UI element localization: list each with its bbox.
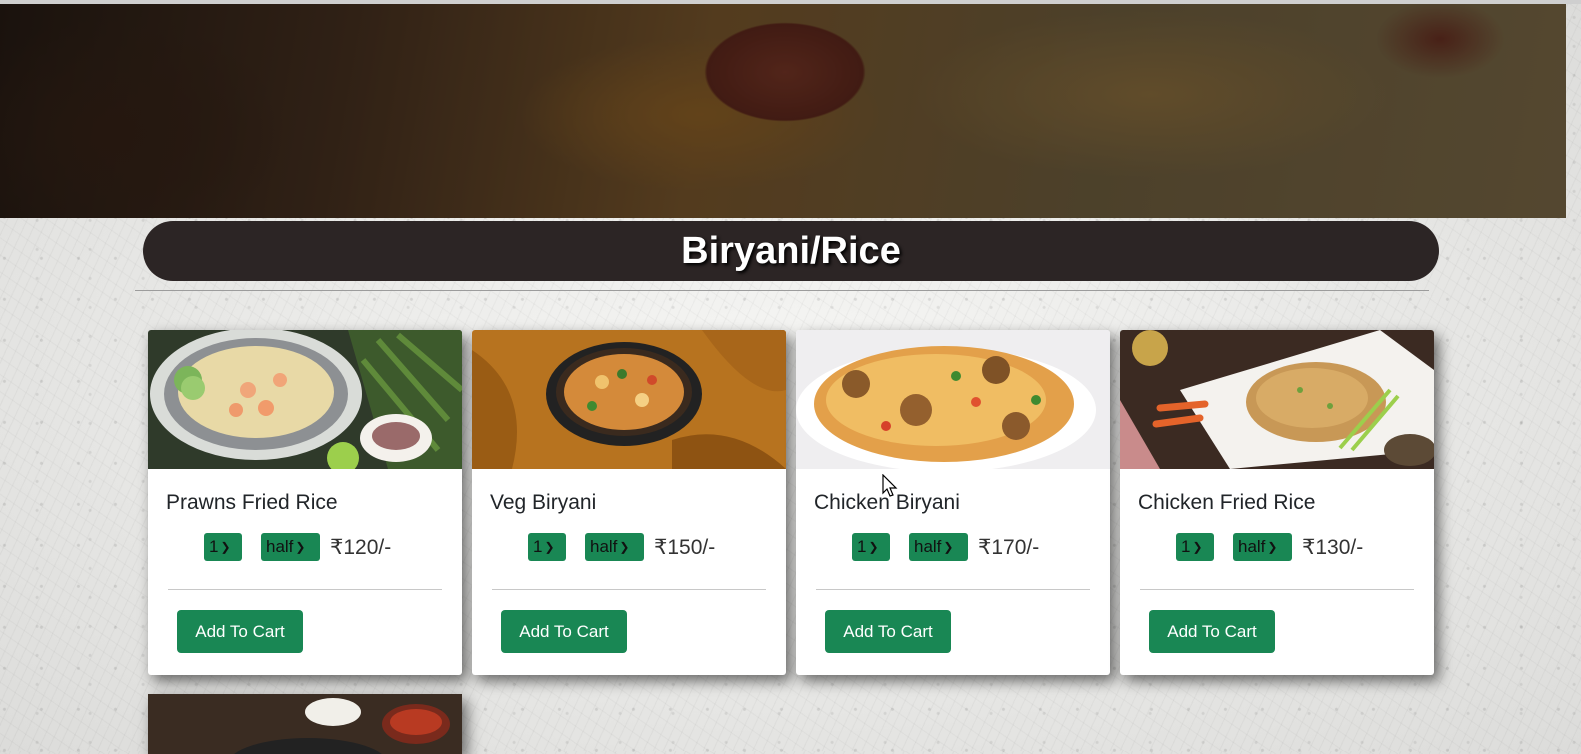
add-to-cart-button[interactable]: Add To Cart [501, 610, 627, 653]
menu-card: Chicken Biryani 1 ❯ half ❯ ₹170/- Add To… [796, 330, 1110, 675]
item-name: Veg Biryani [490, 491, 597, 514]
item-price: ₹150/- [654, 535, 716, 559]
portion-select[interactable]: half ❯ [585, 533, 644, 561]
quantity-value: 1 [533, 537, 543, 556]
chicken-fried-rice-image [1120, 330, 1434, 469]
item-name: Chicken Fried Rice [1138, 491, 1316, 514]
item-name: Chicken Biryani [814, 491, 960, 514]
hero-banner-image [0, 4, 1566, 218]
card-divider [1140, 589, 1414, 590]
portion-value: half [266, 537, 294, 556]
item-name: Prawns Fried Rice [166, 491, 338, 514]
chevron-down-icon: ❯ [1267, 540, 1278, 554]
menu-card: Chicken Fried Rice 1 ❯ half ❯ ₹130/- Add… [1120, 330, 1434, 675]
mouse-cursor-icon [882, 474, 898, 497]
card-divider [492, 589, 766, 590]
item-price: ₹120/- [330, 535, 392, 559]
portion-select[interactable]: half ❯ [1233, 533, 1292, 561]
card-divider [168, 589, 442, 590]
item-price: ₹130/- [1302, 535, 1364, 559]
item-price: ₹170/- [978, 535, 1040, 559]
quantity-select[interactable]: 1 ❯ [528, 533, 566, 561]
menu-card: Prawns Fried Rice 1 ❯ half ❯ ₹120/- Add … [148, 330, 462, 675]
portion-value: half [914, 537, 942, 556]
quantity-select[interactable]: 1 ❯ [1176, 533, 1214, 561]
quantity-value: 1 [1181, 537, 1191, 556]
chevron-down-icon: ❯ [868, 540, 879, 554]
chevron-down-icon: ❯ [943, 540, 954, 554]
section-title: Biryani/Rice [143, 221, 1439, 281]
prawns-fried-rice-image [148, 330, 462, 469]
chicken-biryani-image [796, 330, 1110, 469]
quantity-select[interactable]: 1 ❯ [204, 533, 242, 561]
chevron-down-icon: ❯ [220, 540, 231, 554]
portion-value: half [1238, 537, 1266, 556]
add-to-cart-button[interactable]: Add To Cart [1149, 610, 1275, 653]
menu-card-partial [148, 694, 462, 754]
portion-select[interactable]: half ❯ [909, 533, 968, 561]
quantity-value: 1 [209, 537, 219, 556]
add-to-cart-button[interactable]: Add To Cart [825, 610, 951, 653]
quantity-select[interactable]: 1 ❯ [852, 533, 890, 561]
food-image [148, 694, 462, 754]
veg-biryani-image [472, 330, 786, 469]
chevron-down-icon: ❯ [295, 540, 306, 554]
quantity-value: 1 [857, 537, 867, 556]
portion-select[interactable]: half ❯ [261, 533, 320, 561]
portion-value: half [590, 537, 618, 556]
section-divider [135, 290, 1429, 291]
add-to-cart-button[interactable]: Add To Cart [177, 610, 303, 653]
chevron-down-icon: ❯ [544, 540, 555, 554]
chevron-down-icon: ❯ [619, 540, 630, 554]
menu-card: Veg Biryani 1 ❯ half ❯ ₹150/- Add To Car… [472, 330, 786, 675]
chevron-down-icon: ❯ [1192, 540, 1203, 554]
card-divider [816, 589, 1090, 590]
